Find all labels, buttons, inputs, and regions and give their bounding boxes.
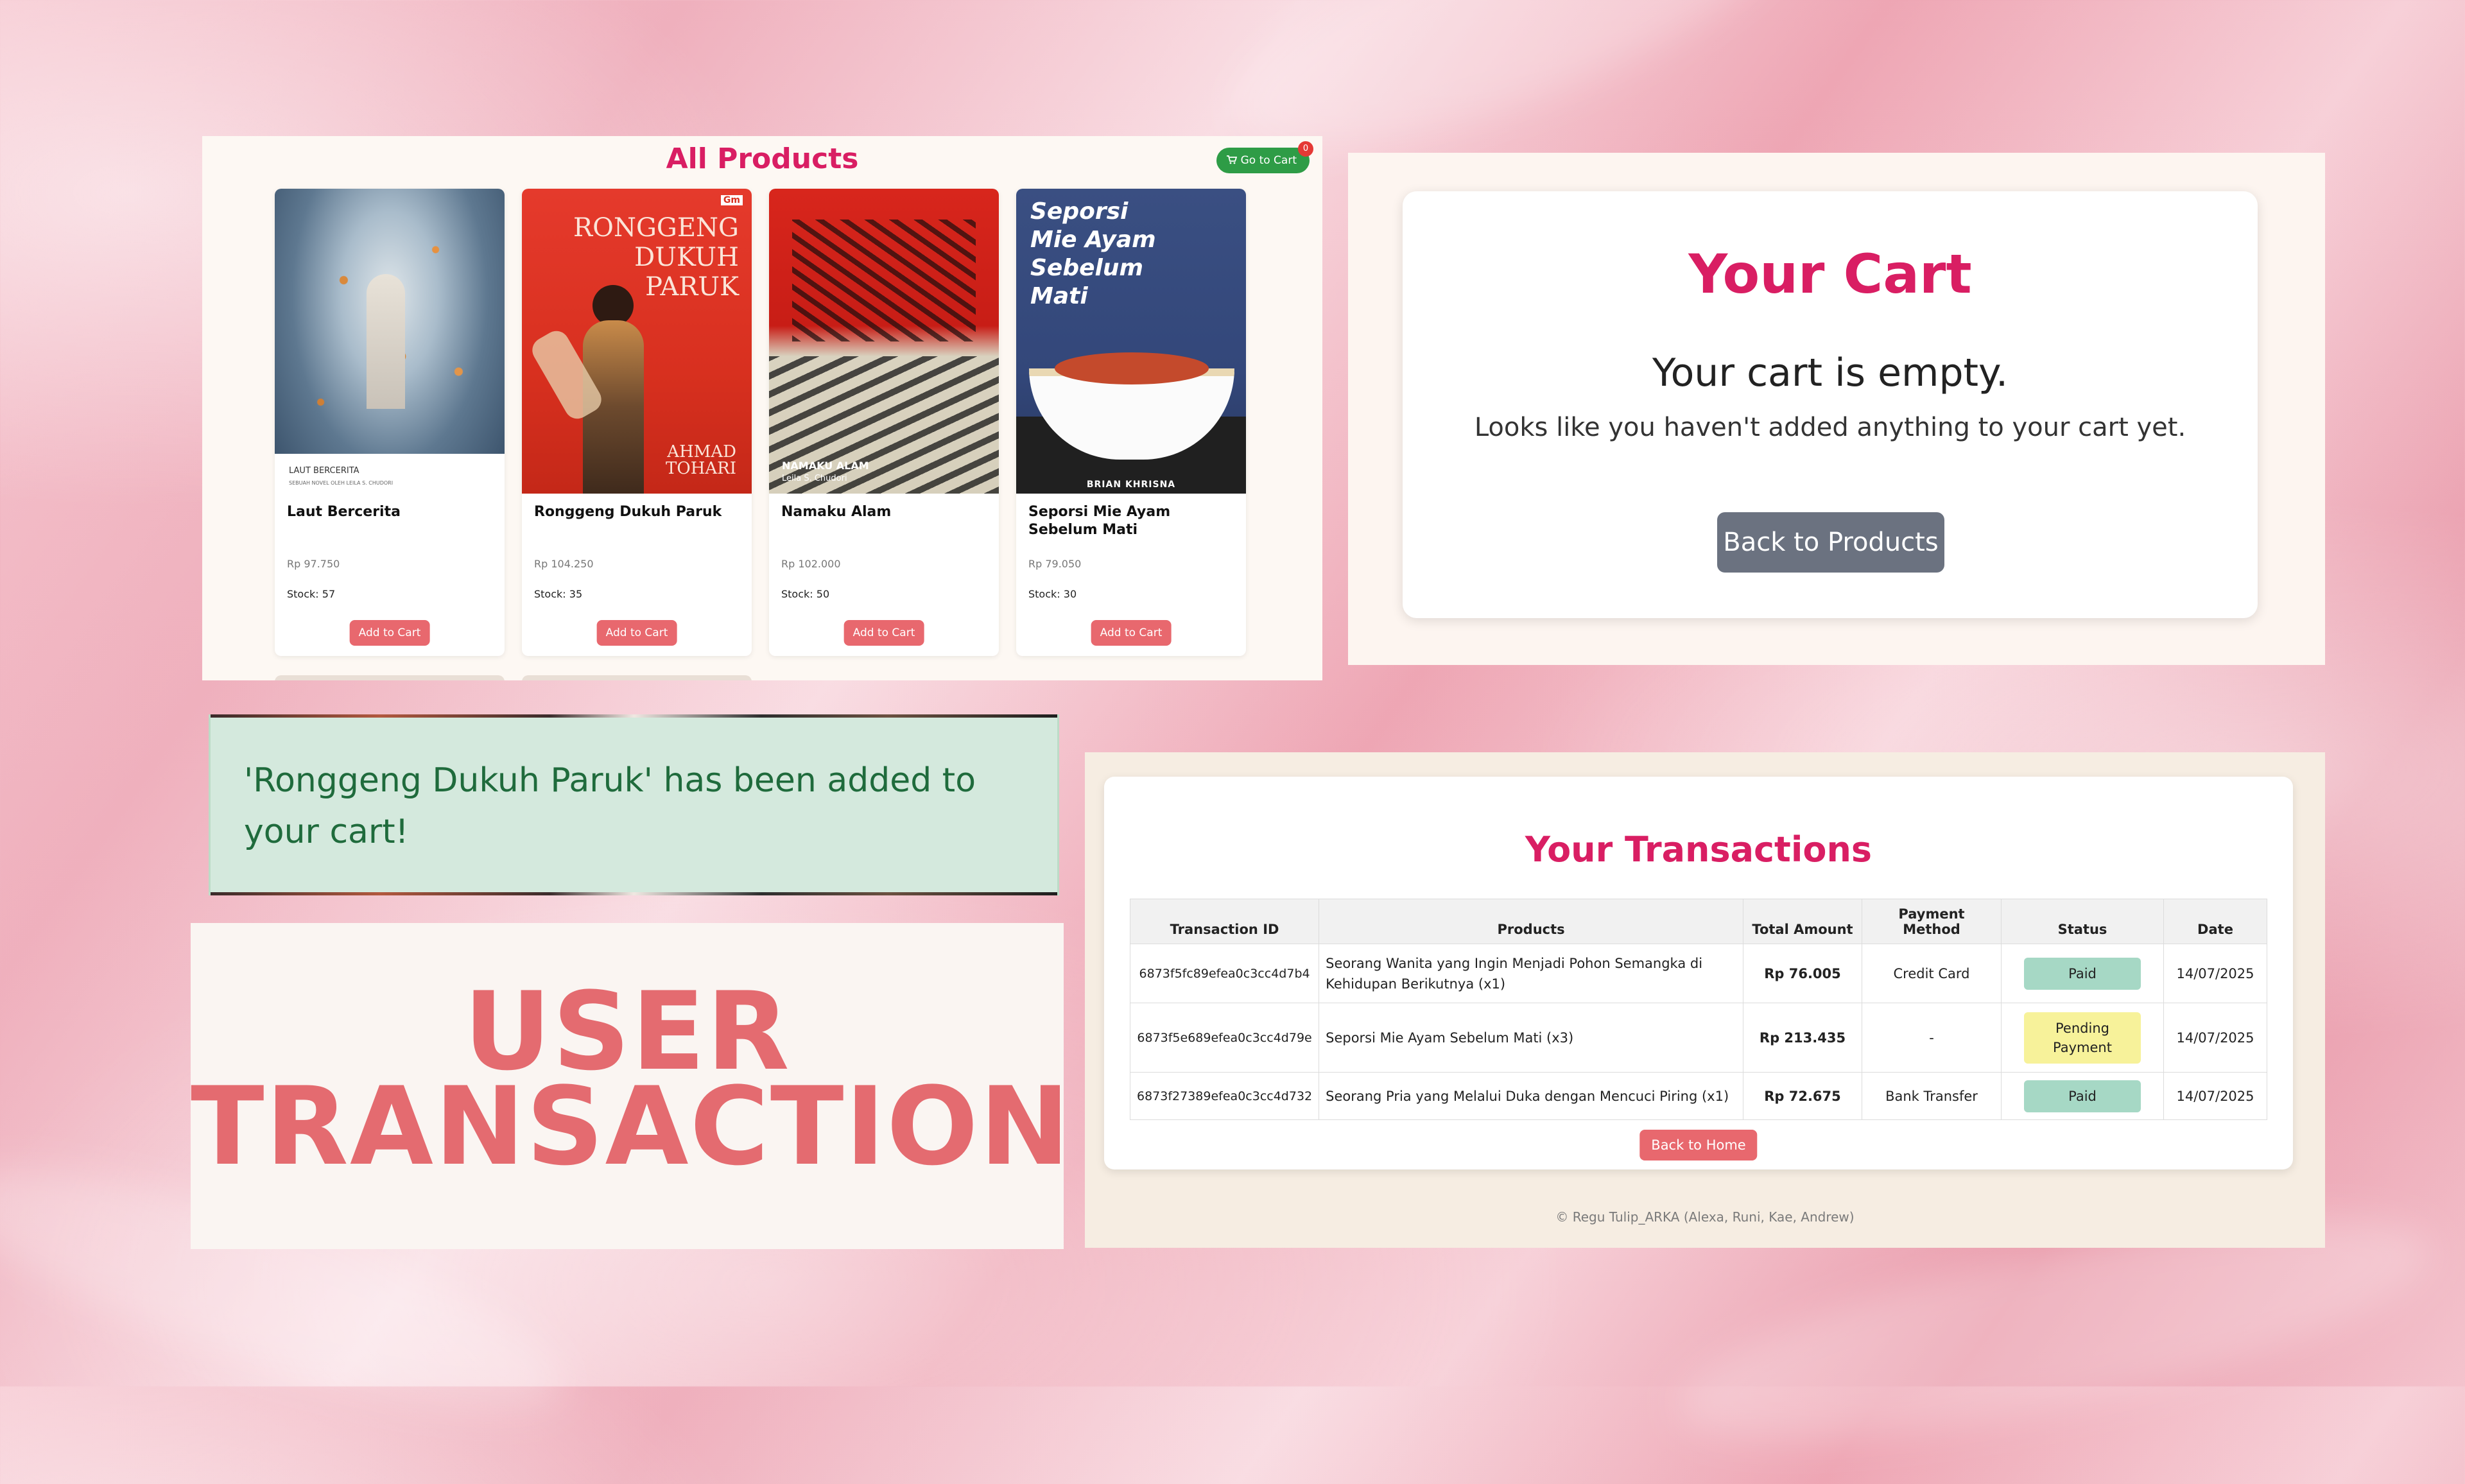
- product-stock: Stock: 35: [534, 588, 583, 600]
- product-card: LAUT BERCERITA SEBUAH NOVEL OLEH LEILA S…: [275, 189, 505, 656]
- product-stock: Stock: 57: [287, 588, 336, 600]
- partial-product-card: [522, 675, 752, 680]
- book-cover-image: LAUT BERCERITA SEBUAH NOVEL OLEH LEILA S…: [275, 189, 505, 494]
- status-badge: Paid: [2024, 957, 2141, 990]
- cart-card: Your Cart Your cart is empty. Looks like…: [1403, 191, 2258, 618]
- date-cell: 14/07/2025: [2163, 1072, 2267, 1120]
- payment-method-cell: Bank Transfer: [1862, 1072, 2002, 1120]
- cart-count-badge: 0: [1298, 141, 1313, 157]
- alert-bottom-edge: [211, 892, 1057, 895]
- products-panel: All Products Go to Cart 0 LAUT BERCERITA…: [202, 136, 1322, 680]
- back-to-home-button[interactable]: Back to Home: [1639, 1130, 1758, 1160]
- column-header-payment-method: Payment Method: [1862, 899, 2002, 944]
- alert-message: 'Ronggeng Dukuh Paruk' has been added to…: [244, 761, 976, 851]
- total-amount-cell: Rp 72.675: [1743, 1072, 1862, 1120]
- add-to-cart-button[interactable]: Add to Cart: [1091, 620, 1172, 646]
- cover-title-text: RONGGENG DUKUH PARUK: [573, 213, 739, 302]
- product-price: Rp 104.250: [534, 558, 594, 570]
- payment-method-cell: Credit Card: [1862, 944, 2002, 1003]
- cart-title: Your Cart: [1688, 243, 1972, 306]
- cover-logo: Gm: [720, 195, 743, 205]
- cover-author-text: BRIAN KHRISNA: [1086, 479, 1176, 490]
- products-cell: Seporsi Mie Ayam Sebelum Mati (x3): [1319, 1003, 1743, 1073]
- transactions-card: Your Transactions Transaction ID Product…: [1104, 777, 2293, 1169]
- table-row: 6873f5fc89efea0c3cc4d7b4 Seorang Wanita …: [1129, 944, 2267, 1003]
- transactions-panel: Your Transactions Transaction ID Product…: [1085, 752, 2325, 1248]
- column-header-products: Products: [1319, 899, 1743, 944]
- products-cell: Seorang Pria yang Melalui Duka dengan Me…: [1319, 1072, 1743, 1120]
- cover-title-text: LAUT BERCERITA: [289, 466, 359, 476]
- date-cell: 14/07/2025: [2163, 944, 2267, 1003]
- payment-method-cell: -: [1862, 1003, 2002, 1073]
- book-cover-image: Gm RONGGENG DUKUH PARUK AHMAD TOHARI: [522, 189, 752, 494]
- alert-top-edge: [211, 714, 1057, 718]
- products-title: All Products: [666, 142, 859, 175]
- transactions-title: Your Transactions: [1525, 829, 1873, 870]
- product-title: Namaku Alam: [781, 504, 892, 520]
- total-amount-cell: Rp 76.005: [1743, 944, 1862, 1003]
- transactions-table: Transaction ID Products Total Amount Pay…: [1129, 899, 2267, 1120]
- add-to-cart-button[interactable]: Add to Cart: [843, 620, 924, 646]
- table-row: 6873f27389efea0c3cc4d732 Seorang Pria ya…: [1129, 1072, 2267, 1120]
- cart-empty-heading: Your cart is empty.: [1652, 350, 2009, 395]
- go-to-cart-label: Go to Cart: [1240, 154, 1297, 167]
- section-label-panel: USER TRANSACTION: [191, 923, 1071, 1249]
- cart-icon: [1227, 154, 1240, 167]
- column-header-status: Status: [2001, 899, 2164, 944]
- status-cell: Paid: [2001, 944, 2164, 1003]
- transaction-id-cell: 6873f27389efea0c3cc4d732: [1129, 1072, 1320, 1120]
- cover-title-text: Seporsi Mie Ayam Sebelum Mati: [1030, 198, 1156, 309]
- add-to-cart-button[interactable]: Add to Cart: [349, 620, 430, 646]
- cover-title-text: NAMAKU ALAM: [782, 460, 869, 472]
- status-cell: Pending Payment: [2001, 1003, 2164, 1073]
- total-amount-cell: Rp 213.435: [1743, 1003, 1862, 1073]
- column-header-total-amount: Total Amount: [1743, 899, 1862, 944]
- product-card: Gm RONGGENG DUKUH PARUK AHMAD TOHARI Ron…: [522, 189, 752, 656]
- product-title: Ronggeng Dukuh Paruk: [534, 504, 722, 520]
- back-to-products-button[interactable]: Back to Products: [1717, 512, 1944, 573]
- status-cell: Paid: [2001, 1072, 2164, 1120]
- date-cell: 14/07/2025: [2163, 1003, 2267, 1073]
- footer-credit: © Regu Tulip_ARKA (Alexa, Runi, Kae, And…: [1555, 1209, 1855, 1225]
- transaction-id-cell: 6873f5e689efea0c3cc4d79e: [1129, 1003, 1320, 1073]
- product-title: Seporsi Mie Ayam Sebelum Mati: [1028, 504, 1171, 538]
- go-to-cart-button[interactable]: Go to Cart 0: [1216, 141, 1313, 173]
- product-card: Seporsi Mie Ayam Sebelum Mati BRIAN KHRI…: [1016, 189, 1246, 656]
- status-badge: Paid: [2024, 1080, 2141, 1112]
- table-row: 6873f5e689efea0c3cc4d79e Seporsi Mie Aya…: [1129, 1003, 2267, 1073]
- column-header-transaction-id: Transaction ID: [1129, 899, 1320, 944]
- book-cover-image: Seporsi Mie Ayam Sebelum Mati BRIAN KHRI…: [1016, 189, 1246, 494]
- product-price: Rp 97.750: [287, 558, 340, 570]
- partial-product-card: [275, 675, 505, 680]
- product-card: NAMAKU ALAM Leila S. Chudori Namaku Alam…: [769, 189, 999, 656]
- cover-author-text: Leila S. Chudori: [782, 474, 847, 483]
- transaction-id-cell: 6873f5fc89efea0c3cc4d7b4: [1129, 944, 1320, 1003]
- book-cover-image: NAMAKU ALAM Leila S. Chudori: [769, 189, 999, 494]
- product-title: Laut Bercerita: [287, 504, 401, 520]
- products-cell: Seorang Wanita yang Ingin Menjadi Pohon …: [1319, 944, 1743, 1003]
- table-header-row: Transaction ID Products Total Amount Pay…: [1129, 899, 2267, 944]
- added-to-cart-alert: 'Ronggeng Dukuh Paruk' has been added to…: [209, 714, 1059, 895]
- column-header-date: Date: [2163, 899, 2267, 944]
- product-price: Rp 79.050: [1028, 558, 1082, 570]
- cart-panel: Your Cart Your cart is empty. Looks like…: [1348, 153, 2325, 665]
- status-badge: Pending Payment: [2024, 1012, 2141, 1064]
- product-stock: Stock: 50: [781, 588, 830, 600]
- section-label-line-2: TRANSACTION: [191, 1064, 1071, 1189]
- section-label: USER TRANSACTION: [191, 978, 1071, 1189]
- cover-subtitle-text: SEBUAH NOVEL OLEH LEILA S. CHUDORI: [289, 480, 394, 486]
- product-stock: Stock: 30: [1028, 588, 1077, 600]
- product-price: Rp 102.000: [781, 558, 841, 570]
- cover-author-text: AHMAD TOHARI: [666, 442, 736, 478]
- add-to-cart-button[interactable]: Add to Cart: [596, 620, 677, 646]
- cart-empty-subtext: Looks like you haven't added anything to…: [1474, 413, 2186, 442]
